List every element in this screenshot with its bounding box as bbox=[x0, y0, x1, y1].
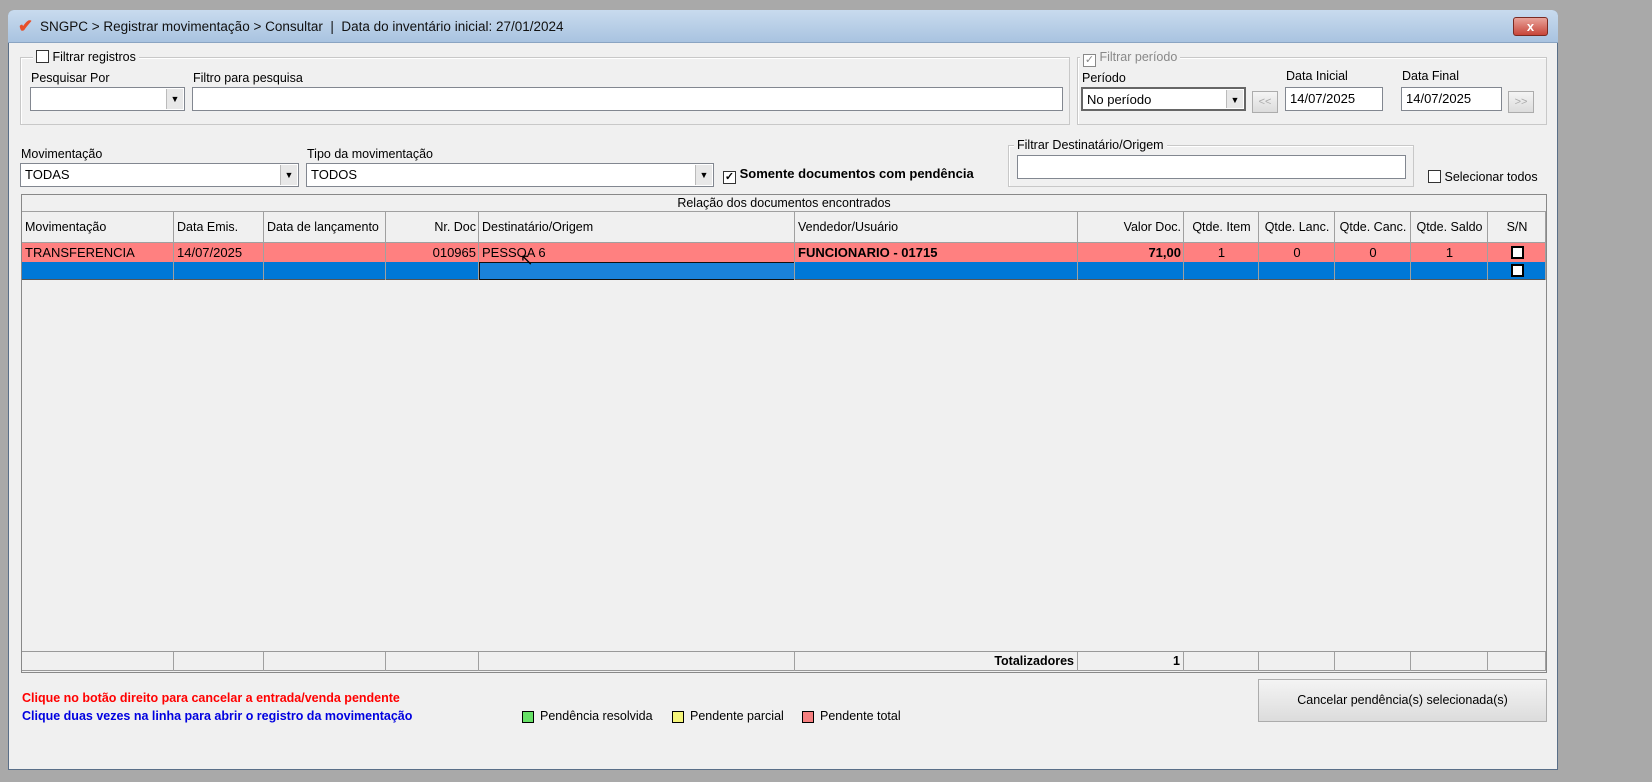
recipient-filter-label: Filtrar Destinatário/Origem bbox=[1014, 138, 1167, 152]
chevron-down-icon[interactable]: ▼ bbox=[166, 89, 183, 109]
filter-search-label: Filtro para pesquisa bbox=[193, 71, 303, 85]
select-all-toggle[interactable]: Selecionar todos bbox=[1428, 170, 1538, 184]
totals-divider bbox=[1487, 652, 1488, 671]
filter-period-label: Filtrar período bbox=[1099, 50, 1178, 64]
column-header[interactable]: Qtde. Saldo bbox=[1411, 212, 1488, 243]
green-swatch-icon bbox=[522, 710, 534, 723]
totals-label: Totalizadores bbox=[994, 654, 1074, 668]
filter-period-checkbox[interactable]: ✓ bbox=[1083, 54, 1096, 67]
table-cell[interactable]: 1 bbox=[1411, 243, 1488, 262]
totals-divider bbox=[173, 652, 174, 671]
chevron-down-icon[interactable]: ▼ bbox=[695, 165, 712, 185]
chevron-down-icon[interactable]: ▼ bbox=[1226, 90, 1243, 108]
period-label: Período bbox=[1082, 71, 1126, 85]
row-select-checkbox[interactable] bbox=[1488, 262, 1546, 280]
start-date-input[interactable]: 14/07/2025 bbox=[1285, 87, 1383, 111]
close-button[interactable]: x bbox=[1513, 17, 1548, 36]
legend-partial: Pendente parcial bbox=[672, 709, 784, 723]
pending-only-toggle[interactable]: ✓ Somente documentos com pendência bbox=[723, 166, 974, 184]
recipient-filter-input[interactable] bbox=[1017, 155, 1406, 179]
totals-divider bbox=[263, 652, 264, 671]
end-date-input[interactable]: 14/07/2025 bbox=[1401, 87, 1502, 111]
totals-divider bbox=[1545, 652, 1546, 671]
filter-search-input[interactable] bbox=[192, 87, 1063, 111]
red-swatch-icon bbox=[802, 710, 814, 723]
table-cell[interactable] bbox=[264, 243, 386, 262]
column-header[interactable]: Data de lançamento bbox=[264, 212, 386, 243]
double-click-hint: Clique duas vezes na linha para abrir o … bbox=[22, 709, 413, 723]
mouse-cursor-icon: ↖ bbox=[520, 252, 534, 269]
row-select-checkbox[interactable] bbox=[1488, 243, 1546, 262]
cancel-pending-button[interactable]: Cancelar pendência(s) selecionada(s) bbox=[1258, 679, 1547, 722]
movement-type-select[interactable]: TODOS ▼ bbox=[306, 163, 714, 187]
table-cell[interactable]: 14/07/2025 bbox=[174, 243, 264, 262]
table-caption: Relação dos documentos encontrados bbox=[22, 195, 1546, 212]
legend-total: Pendente total bbox=[802, 709, 901, 723]
column-header[interactable]: Nr. Doc bbox=[386, 212, 479, 243]
totals-divider bbox=[1410, 652, 1411, 671]
column-header[interactable]: Data Emis. bbox=[174, 212, 264, 243]
select-all-label: Selecionar todos bbox=[1444, 170, 1538, 184]
table-cell[interactable]: 71,00 bbox=[1078, 243, 1184, 262]
pending-only-checkbox[interactable]: ✓ bbox=[723, 171, 736, 184]
movement-type-label: Tipo da movimentação bbox=[307, 147, 433, 161]
column-header[interactable]: Destinatário/Origem bbox=[479, 212, 795, 243]
filter-period-legend: ✓ Filtrar período bbox=[1080, 50, 1181, 67]
table-cell[interactable]: FUNCIONARIO - 01715 bbox=[795, 243, 1078, 262]
totals-divider bbox=[1258, 652, 1259, 671]
yellow-swatch-icon bbox=[672, 710, 684, 723]
end-date-label: Data Final bbox=[1402, 69, 1459, 83]
search-by-label: Pesquisar Por bbox=[31, 71, 110, 85]
table-cell[interactable]: TRANSFERENCIA bbox=[22, 243, 174, 262]
filter-records-label: Filtrar registros bbox=[52, 50, 136, 64]
table-cell[interactable]: 1 bbox=[1184, 243, 1259, 262]
table-cell[interactable]: 010965 bbox=[386, 243, 479, 262]
totals-row bbox=[22, 651, 1546, 671]
filter-records-legend: Filtrar registros bbox=[33, 50, 139, 64]
column-header[interactable]: Qtde. Lanc. bbox=[1259, 212, 1335, 243]
totals-divider bbox=[385, 652, 386, 671]
window-title: SNGPC > Registrar movimentação > Consult… bbox=[40, 19, 564, 34]
right-click-hint: Clique no botão direito para cancelar a … bbox=[22, 691, 400, 705]
legend-resolved: Pendência resolvida bbox=[522, 709, 653, 723]
pending-only-label: Somente documentos com pendência bbox=[739, 166, 974, 181]
movement-select[interactable]: TODAS ▼ bbox=[20, 163, 299, 187]
table-cell[interactable]: 0 bbox=[1259, 243, 1335, 262]
start-date-label: Data Inicial bbox=[1286, 69, 1348, 83]
select-all-checkbox[interactable] bbox=[1428, 170, 1441, 183]
column-header[interactable]: Qtde. Item bbox=[1184, 212, 1259, 243]
period-select[interactable]: No período ▼ bbox=[1081, 87, 1246, 111]
next-period-button[interactable]: >> bbox=[1508, 91, 1534, 113]
movement-label: Movimentação bbox=[21, 147, 103, 161]
totals-value: 1 bbox=[1173, 654, 1180, 668]
column-header[interactable]: Qtde. Canc. bbox=[1335, 212, 1411, 243]
search-by-select[interactable]: ▼ bbox=[30, 87, 185, 111]
filter-records-checkbox[interactable] bbox=[36, 50, 49, 63]
previous-period-button[interactable]: << bbox=[1252, 91, 1278, 113]
column-header[interactable]: Valor Doc. bbox=[1078, 212, 1184, 243]
column-header[interactable]: Movimentação bbox=[22, 212, 174, 243]
chevron-down-icon[interactable]: ▼ bbox=[280, 165, 297, 185]
table-cell[interactable]: 0 bbox=[1335, 243, 1411, 262]
app-logo-icon: ✔ bbox=[18, 16, 34, 36]
column-header[interactable]: S/N bbox=[1488, 212, 1546, 243]
totals-divider bbox=[1334, 652, 1335, 671]
totals-divider bbox=[478, 652, 479, 671]
column-header[interactable]: Vendedor/Usuário bbox=[795, 212, 1078, 243]
